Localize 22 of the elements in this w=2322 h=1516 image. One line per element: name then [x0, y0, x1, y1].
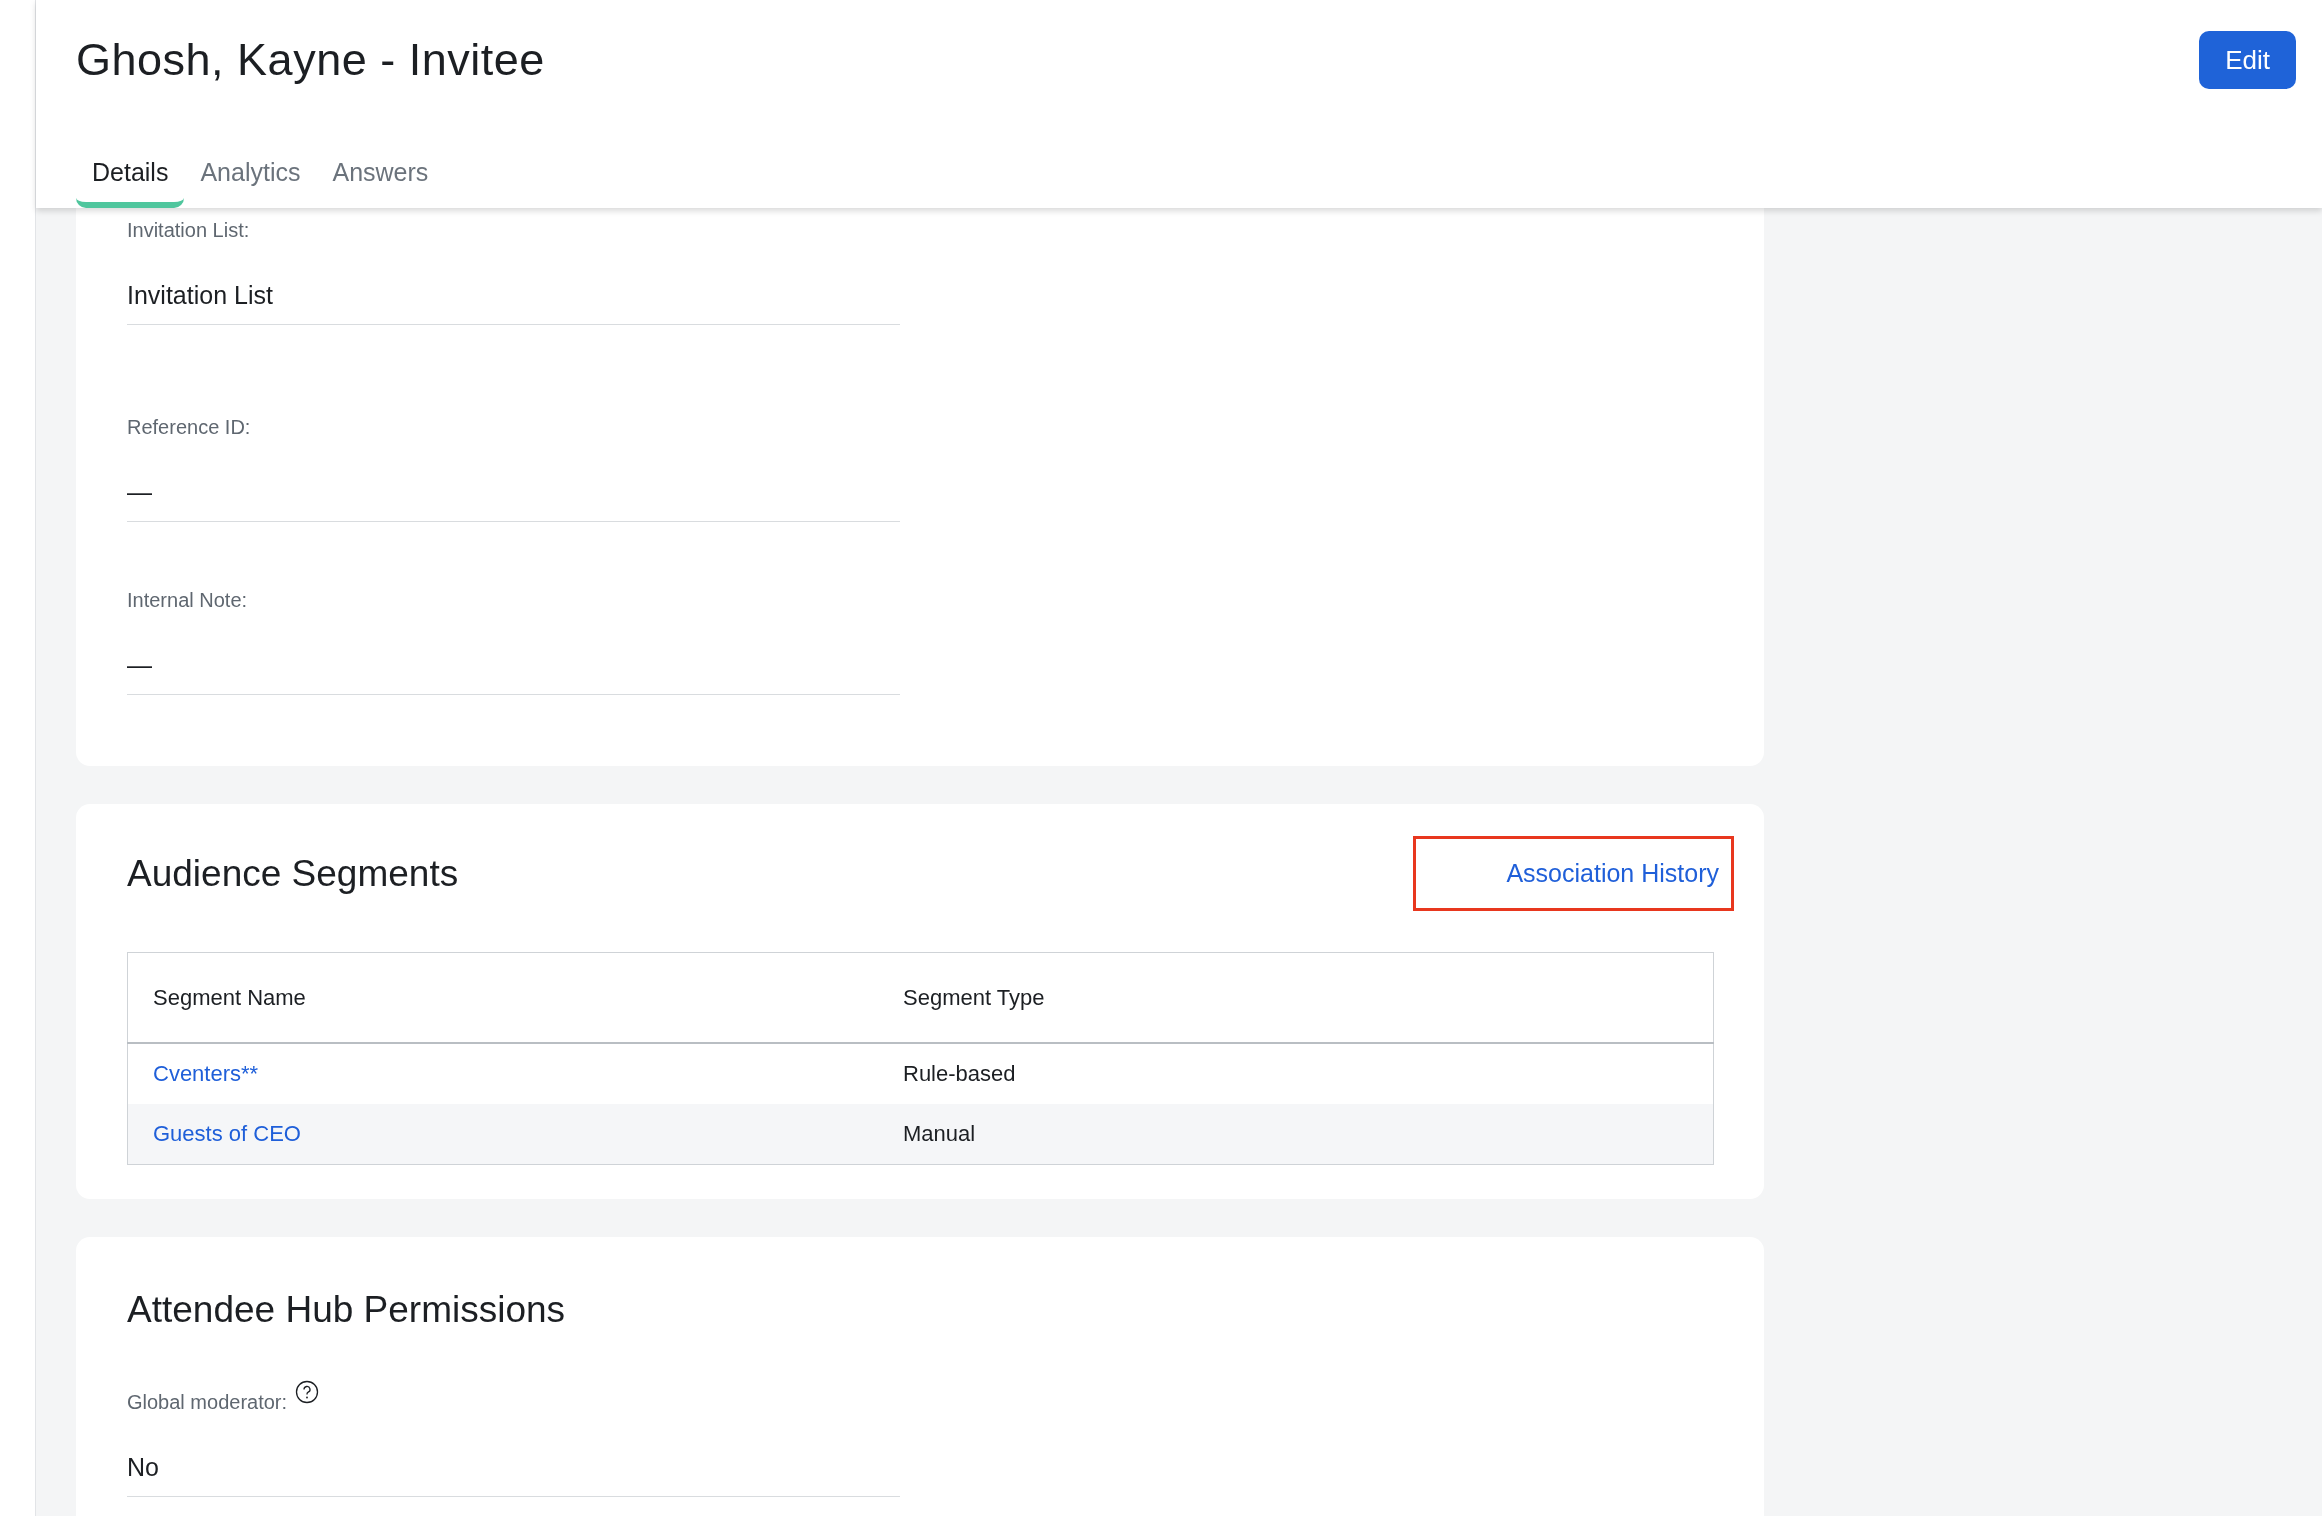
help-icon[interactable]	[295, 1380, 320, 1404]
segment-link[interactable]: Guests of CEO	[153, 1121, 301, 1146]
column-header: Segment Name	[127, 952, 878, 1043]
section-title: Attendee Hub Permissions	[127, 1288, 567, 1332]
tab[interactable]: Analytics	[184, 142, 317, 208]
segment-link[interactable]: Cventers**	[153, 1061, 259, 1086]
section-title: Audience Segments	[127, 851, 459, 896]
tab[interactable]: Answers	[316, 142, 445, 208]
edit-button[interactable]: Edit	[2199, 31, 2296, 89]
association-history-link[interactable]: Association History	[1506, 859, 1719, 887]
field-label: Internal Note:	[127, 588, 248, 613]
field-label: Reference ID:	[127, 415, 251, 440]
field-value: Invitation List	[127, 244, 900, 325]
table-cell: Manual	[878, 1104, 1714, 1165]
field-label: Invitation List:	[127, 218, 250, 243]
field-label: Global moderator:	[127, 1390, 288, 1415]
table-cell: Rule-based	[878, 1043, 1714, 1104]
field-value: —	[127, 614, 900, 695]
field-value: No	[127, 1416, 900, 1497]
field-value: —	[127, 441, 900, 522]
column-header: Segment Type	[878, 952, 1714, 1043]
page-title: Ghosh, Kayne - Invitee	[76, 33, 545, 87]
